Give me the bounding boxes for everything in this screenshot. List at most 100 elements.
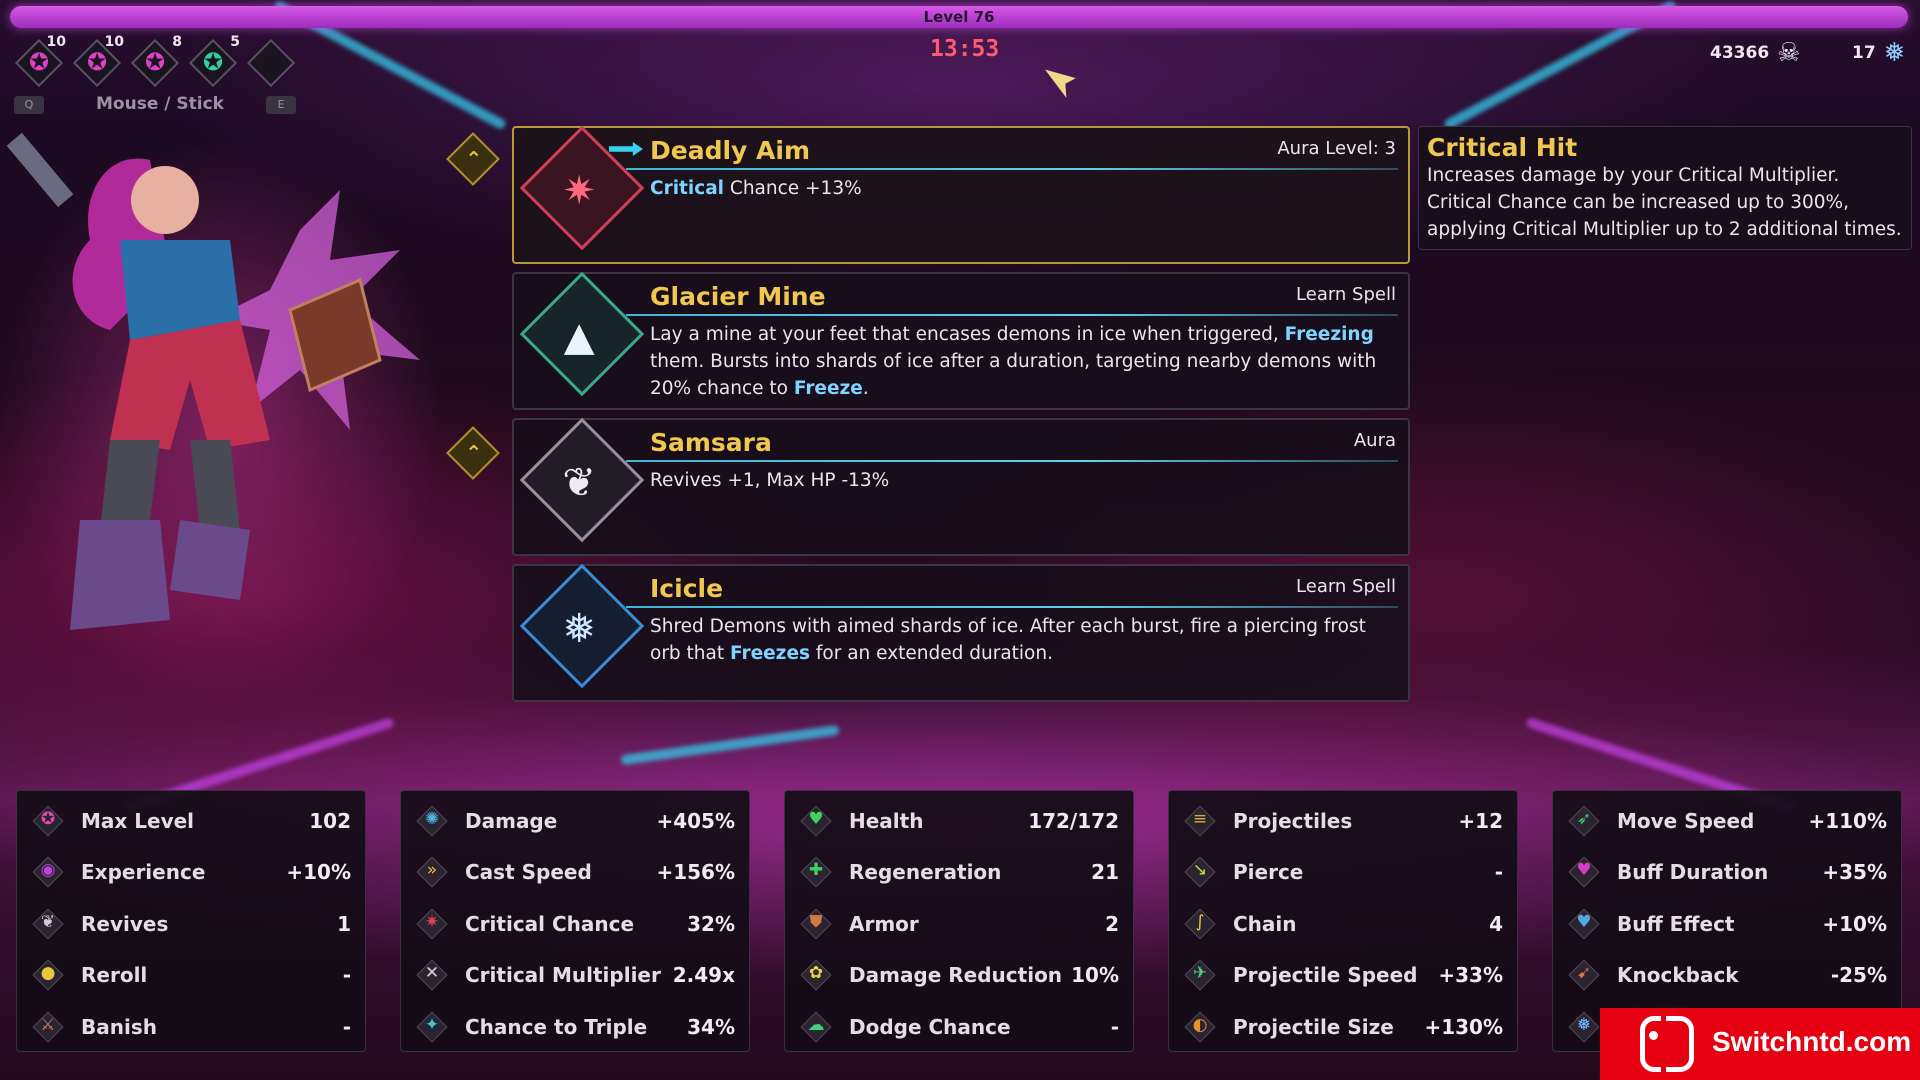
reroll-icon: ● [32,959,64,991]
stat-row[interactable]: ⛊ Armor 2 [795,898,1123,950]
stat-row[interactable]: ✿ Damage Reduction 10% [795,950,1123,1002]
stat-label: Armor [849,911,919,936]
gem-counter: 17 ❅ [1852,38,1905,68]
stat-label: Projectile Size [1233,1014,1394,1039]
stat-row[interactable]: ≡ Projectiles +12 [1179,795,1507,847]
tooltip-title: Critical Hit [1427,133,1578,162]
watermark: Switchntd.com [1600,1008,1920,1080]
freeze-icon: ❅ [1568,1011,1600,1043]
stat-row[interactable]: ● Reroll - [27,950,355,1002]
passive-badges: ✪ 10 ✪ 10 ✪ 8 ✪ 5 [14,34,296,88]
key-hint-e: E [266,96,296,114]
stat-row[interactable]: ♥ Buff Duration +35% [1563,847,1891,899]
key-hint-q: Q [14,96,44,114]
cursor-icon [1045,61,1081,102]
badge-slot-empty[interactable] [246,38,296,88]
crosshair-icon: ✷ [519,125,645,251]
stat-row[interactable]: ✦ Chance to Triple 34% [411,1001,739,1053]
level-progress-bar: Level 76 [10,6,1908,28]
stat-label: Health [849,808,924,833]
badge-slot[interactable]: ✪ 10 [14,34,66,88]
stat-value: 4 [1489,911,1503,936]
stat-row[interactable]: » Cast Speed +156% [411,847,739,899]
stat-value: 34% [687,1014,735,1039]
offer-name: Deadly Aim [650,136,811,165]
stat-value: 2 [1105,911,1119,936]
stat-value: - [342,1014,351,1039]
stat-value: +35% [1822,860,1887,885]
input-mode-label: Mouse / Stick [96,94,224,114]
triple-icon: ✦ [416,1011,448,1043]
stat-row[interactable]: ↘ Pierce - [1179,847,1507,899]
level-label: Level 76 [923,8,995,26]
icicle-icon: ❅ [519,563,645,689]
stat-row[interactable]: ✚ Regeneration 21 [795,847,1123,899]
stat-value: 10% [1071,963,1119,988]
offer-tag: Learn Spell [1296,284,1396,305]
knockback-icon: ➹ [1568,959,1600,991]
stat-value: +12 [1458,808,1503,833]
badge-slot[interactable]: ✪ 10 [72,34,124,88]
stat-row[interactable]: ◉ Experience +10% [27,847,355,899]
stat-label: Cast Speed [465,860,592,885]
stat-label: Projectiles [1233,808,1353,833]
stat-value: +156% [656,860,735,885]
stat-value: 2.49x [672,963,735,988]
offer-card-glacier-mine[interactable]: ▲ Glacier Mine Learn Spell Lay a mine at… [512,271,1410,410]
damage-icon: ✺ [416,805,448,837]
star-pink-icon: ✪ [28,48,50,76]
stat-row[interactable]: ☁ Dodge Chance - [795,1001,1123,1053]
revives-icon: ❦ [32,908,64,940]
stat-row[interactable]: ⚔ Banish - [27,1001,355,1053]
ice-mine-icon: ▲ [519,271,645,397]
stats-panel: ♥ Health 172/172 ✚ Regeneration 21 ⛊ Armor 2 ✿ Dam… [784,790,1134,1052]
offer-card-samsara[interactable]: ❦ Samsara Aura Revives +1, Max HP -13% [512,417,1410,556]
offer-description: Revives +1, Max HP -13% [650,470,890,491]
armor-icon: ⛊ [800,908,832,940]
damage-reduction-icon: ✿ [800,959,832,991]
stat-value: +10% [286,860,351,885]
stat-label: Dodge Chance [849,1014,1011,1039]
stats-panel: ✺ Damage +405% » Cast Speed +156% ✷ Critical Ch… [400,790,750,1052]
stat-row[interactable]: ✺ Damage +405% [411,795,739,847]
stat-label: Banish [81,1014,157,1039]
badge-count: 8 [172,34,182,50]
critical-chance-icon: ✷ [416,908,448,940]
stat-row[interactable]: ✪ Max Level 102 [27,795,355,847]
light-beam [620,724,840,766]
stat-row[interactable]: ❦ Revives 1 [27,898,355,950]
offer-name: Samsara [650,428,772,457]
stat-row[interactable]: ➹ Knockback -25% [1563,950,1891,1002]
offer-description: Critical Chance +13% [650,178,862,199]
offer-tag: Aura [1353,430,1396,451]
offer-description: Shred Demons with aimed shards of ice. A… [650,616,1366,664]
stat-value: - [1494,860,1503,885]
stat-label: Experience [81,860,206,885]
badge-slot[interactable]: ✪ 8 [130,34,182,88]
offer-card-icicle[interactable]: ❅ Icicle Learn Spell Shred Demons with a… [512,563,1410,702]
stat-row[interactable]: ✷ Critical Chance 32% [411,898,739,950]
cast-speed-icon: » [416,856,448,888]
stat-label: Damage [465,808,558,833]
offer-tag: Learn Spell [1296,576,1396,597]
offer-name: Icicle [650,574,724,603]
offer-card-deadly-aim[interactable]: ✷ Deadly Aim Aura Level: 3 Critical Chan… [512,125,1410,264]
stat-row[interactable]: ♥ Buff Effect +10% [1563,898,1891,950]
badge-count: 10 [104,34,124,50]
stat-row[interactable]: ✈ Projectile Speed +33% [1179,950,1507,1002]
stat-row[interactable]: ✕ Critical Multiplier 2.49x [411,950,739,1002]
run-timer: 13:53 [930,36,1000,62]
stat-value: 172/172 [1028,808,1119,833]
projectiles-icon: ≡ [1184,805,1216,837]
stat-value: +10% [1822,911,1887,936]
experience-icon: ◉ [32,856,64,888]
stat-value: +405% [656,808,735,833]
stat-row[interactable]: ◐ Projectile Size +130% [1179,1001,1507,1053]
stat-row[interactable]: ➶ Move Speed +110% [1563,795,1891,847]
stat-row[interactable]: ♥ Health 172/172 [795,795,1123,847]
stat-row[interactable]: ∫ Chain 4 [1179,898,1507,950]
badge-slot[interactable]: ✪ 5 [188,34,240,88]
stat-label: Chance to Triple [465,1014,648,1039]
badge-count: 10 [46,34,66,50]
pierce-icon: ↘ [1184,856,1216,888]
